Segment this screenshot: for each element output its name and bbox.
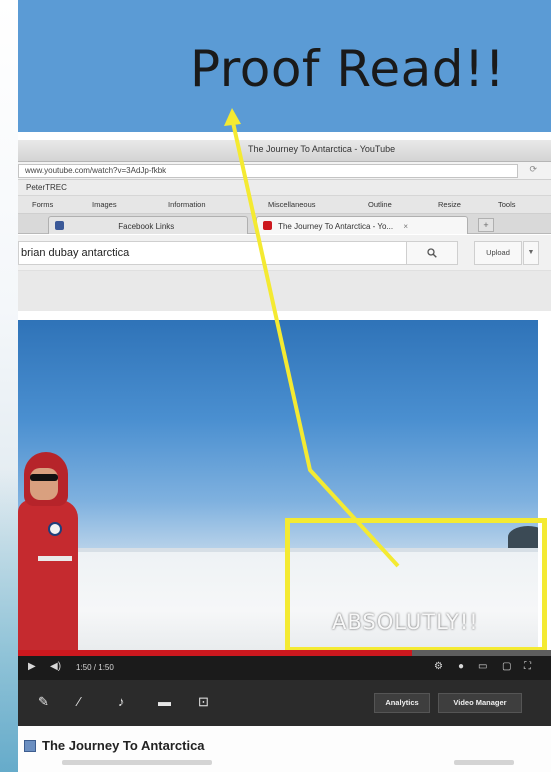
tab-facebook-links[interactable]: Facebook Links (48, 216, 248, 234)
address-url: www.youtube.com/watch?v=3AdJp-fkbk (25, 166, 167, 175)
bookmarks-menu-row: Forms Images Information Miscellaneous O… (18, 196, 551, 214)
youtube-icon (263, 221, 272, 230)
blurred-views-line (454, 760, 514, 765)
close-tab-icon[interactable]: × (403, 222, 408, 231)
person-face (30, 468, 58, 500)
facebook-icon (55, 221, 64, 230)
volume-icon[interactable]: ◀) (50, 661, 61, 672)
search-icon (427, 248, 437, 258)
reload-icon[interactable]: ⟳ (529, 164, 537, 175)
youtube-header: brian dubay antarctica Upload ▼ (18, 235, 551, 271)
new-tab-button[interactable]: + (478, 218, 494, 232)
play-icon[interactable]: ▶ (28, 661, 36, 672)
bookmark-information[interactable]: Information (168, 200, 206, 209)
search-button[interactable] (406, 241, 458, 265)
captions-icon[interactable]: ● (458, 661, 464, 672)
video-overlay-text: ABSOLUTLY!! (332, 610, 479, 634)
bookmark-tools[interactable]: Tools (498, 200, 516, 209)
blurred-channel-line (62, 760, 212, 765)
enhance-wand-icon[interactable]: ⁄ (78, 694, 80, 709)
search-input[interactable]: brian dubay antarctica (18, 241, 458, 265)
video-title-icon (24, 740, 36, 752)
gear-icon[interactable]: ⚙ (434, 661, 443, 672)
bookmarks-toolbar: PeterTREC (18, 180, 551, 196)
bookmark-forms[interactable]: Forms (32, 200, 53, 209)
bookmark-images[interactable]: Images (92, 200, 117, 209)
window-titlebar: The Journey To Antarctica - YouTube (18, 140, 551, 162)
search-value: brian dubay antarctica (21, 247, 130, 259)
tab-youtube[interactable]: The Journey To Antarctica - Yo... × (256, 216, 468, 234)
video-title: The Journey To Antarctica (42, 738, 205, 753)
audio-note-icon[interactable]: ♪ (118, 694, 125, 709)
video-controls: ▶ ◀) 1:50 / 1:50 ⚙ ● ▭ ▢ ⛶ (18, 656, 551, 680)
bookmark-resize[interactable]: Resize (438, 200, 461, 209)
slide-decoration (0, 470, 18, 772)
page-background (18, 271, 551, 311)
tab-label: The Journey To Antarctica - Yo... (278, 222, 394, 231)
video-manager-button[interactable]: Video Manager (438, 693, 522, 713)
video-edit-toolbar: ✎ ⁄ ♪ ▬ ⊡ Analytics Video Manager (18, 680, 551, 726)
red-jacket (18, 500, 78, 650)
captions-cc-icon[interactable]: ⊡ (198, 694, 209, 710)
tab-bar: Facebook Links The Journey To Antarctica… (18, 214, 551, 234)
analytics-button[interactable]: Analytics (374, 693, 430, 713)
annotations-icon[interactable]: ▬ (158, 694, 171, 709)
video-person (18, 452, 78, 650)
tab-label: Facebook Links (118, 222, 175, 231)
bookmark-item-petertrec[interactable]: PeterTREC (26, 183, 67, 192)
address-bar[interactable]: www.youtube.com/watch?v=3AdJp-fkbk (18, 164, 518, 178)
jacket-patch (48, 522, 62, 536)
bookmark-outline[interactable]: Outline (368, 200, 392, 209)
sunglasses (30, 474, 58, 481)
jacket-stripe (38, 556, 72, 561)
browser-screenshot: The Journey To Antarctica - YouTube www.… (18, 132, 551, 772)
window-title: The Journey To Antarctica - YouTube (248, 144, 396, 154)
bookmark-miscellaneous[interactable]: Miscellaneous (268, 200, 316, 209)
video-info: The Journey To Antarctica (18, 726, 551, 772)
edit-pencil-icon[interactable]: ✎ (38, 694, 49, 710)
fullscreen-icon[interactable]: ⛶ (524, 661, 531, 672)
time-display: 1:50 / 1:50 (76, 663, 114, 672)
address-bar-row: www.youtube.com/watch?v=3AdJp-fkbk ⟳ (18, 162, 551, 180)
upload-button[interactable]: Upload (474, 241, 522, 265)
popout-icon[interactable]: ▢ (502, 661, 511, 672)
chevron-down-icon[interactable]: ▼ (523, 241, 539, 265)
slide-title: Proof Read!! (190, 40, 506, 98)
theater-mode-icon[interactable]: ▭ (478, 661, 487, 672)
slide-left-margin (0, 0, 18, 772)
